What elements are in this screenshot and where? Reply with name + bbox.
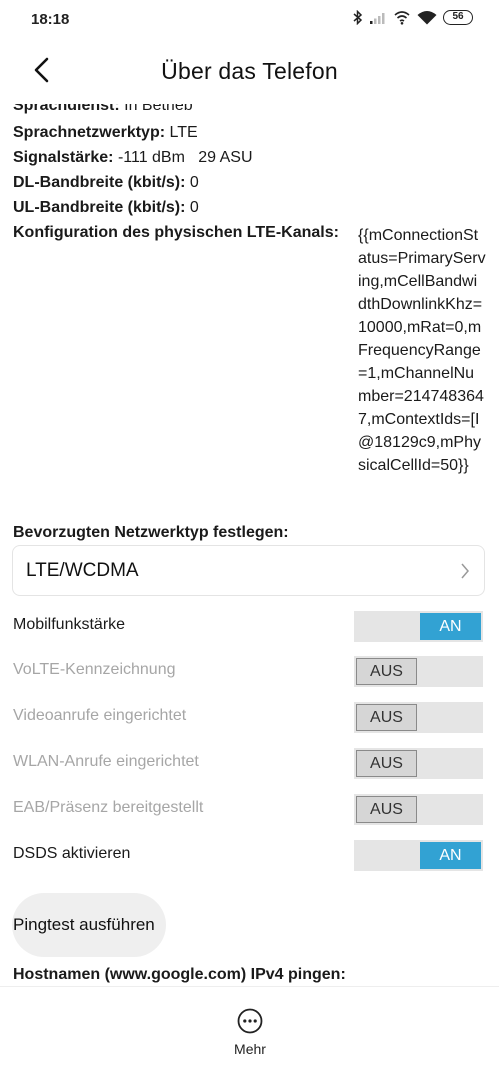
info-row-signal-strength: Signalstärke: -111 dBm 29 ASU: [13, 149, 253, 167]
info-value: -111 dBm 29 ASU: [117, 149, 253, 166]
app-header: Über das Telefon: [0, 44, 499, 102]
hotspot-icon: [393, 10, 411, 25]
toggle-label: DSDS aktivieren: [13, 845, 131, 862]
info-label: Sprachdienst:: [13, 104, 120, 114]
toggle-row-eab-presence: EAB/Präsenz bereitgestellt AUS: [0, 787, 499, 833]
toggle-label: WLAN-Anrufe eingerichtet: [13, 753, 199, 770]
info-value: LTE: [169, 124, 198, 141]
volte-toggle[interactable]: AUS: [354, 656, 483, 687]
status-time: 18:18: [31, 11, 70, 28]
eab-presence-toggle[interactable]: AUS: [354, 794, 483, 825]
toggle-row-video-calls: Videoanrufe eingerichtet AUS: [0, 695, 499, 741]
toggle-label: Videoanrufe eingerichtet: [13, 707, 187, 724]
toggle-label: Mobilfunkstärke: [13, 616, 126, 633]
toggle-row-mobile-radio: Mobilfunkstärke AN: [0, 604, 499, 650]
chevron-right-icon: [460, 562, 470, 585]
wifi-icon: [417, 10, 437, 25]
battery-icon: 56: [443, 10, 473, 25]
hostname-ping-label: Hostnamen (www.google.com) IPv4 pingen:: [13, 966, 346, 983]
preferred-network-value: LTE/WCDMA: [26, 560, 139, 581]
info-row-dl-bandwidth: DL-Bandbreite (kbit/s): 0: [13, 174, 199, 192]
dsds-toggle[interactable]: AN: [354, 840, 483, 871]
toggle-state: AUS: [356, 750, 417, 777]
bluetooth-icon: [353, 10, 363, 25]
toggle-state: AN: [420, 613, 481, 640]
toggle-state: AUS: [356, 658, 417, 685]
info-row-voice-service: Sprachdienst: In Betrieb: [0, 104, 499, 116]
preferred-network-label: Bevorzugten Netzwerktyp festlegen:: [13, 524, 289, 541]
info-value: 0: [189, 174, 199, 191]
status-bar: 18:18 56: [0, 0, 499, 40]
wifi-calls-toggle[interactable]: AUS: [354, 748, 483, 779]
status-icons: 56: [353, 10, 473, 25]
info-label: Signalstärke:: [13, 149, 114, 166]
page-title: Über das Telefon: [161, 58, 338, 84]
toggle-label: VoLTE-Kennzeichnung: [13, 661, 176, 678]
info-label: UL-Bandbreite (kbit/s):: [13, 199, 186, 216]
toggle-row-wifi-calls: WLAN-Anrufe eingerichtet AUS: [0, 741, 499, 787]
signal-icon: [369, 11, 387, 25]
ping-test-label: Pingtest ausführen: [13, 915, 155, 934]
toggle-row-dsds: DSDS aktivieren AN: [0, 833, 499, 879]
toggle-state: AUS: [356, 796, 417, 823]
bottom-bar: Mehr: [0, 986, 499, 1081]
info-value: 0: [189, 199, 199, 216]
more-label: Mehr: [234, 1041, 266, 1057]
info-row-voice-network-type: Sprachnetzwerktyp: LTE: [13, 124, 198, 142]
video-calls-toggle[interactable]: AUS: [354, 702, 483, 733]
info-value: In Betrieb: [124, 104, 193, 114]
info-value-lte-channel-config: {{mConnectionStatus=PrimaryServing,mCell…: [358, 227, 486, 474]
info-label: DL-Bandbreite (kbit/s):: [13, 174, 186, 191]
toggle-label: EAB/Präsenz bereitgestellt: [13, 799, 204, 816]
more-icon: [236, 1007, 264, 1040]
toggle-state: AUS: [356, 704, 417, 731]
info-label-lte-channel-config: Konfiguration des physischen LTE-Kanals:: [13, 224, 339, 241]
info-row-ul-bandwidth: UL-Bandbreite (kbit/s): 0: [13, 199, 199, 217]
ping-test-button[interactable]: Pingtest ausführen: [12, 893, 166, 957]
more-button[interactable]: Mehr: [219, 1001, 281, 1063]
preferred-network-dropdown[interactable]: LTE/WCDMA: [12, 545, 485, 596]
toggle-state: AN: [420, 842, 481, 869]
toggle-row-volte: VoLTE-Kennzeichnung AUS: [0, 649, 499, 695]
info-label: Sprachnetzwerktyp:: [13, 124, 166, 141]
mobile-radio-toggle[interactable]: AN: [354, 611, 483, 642]
